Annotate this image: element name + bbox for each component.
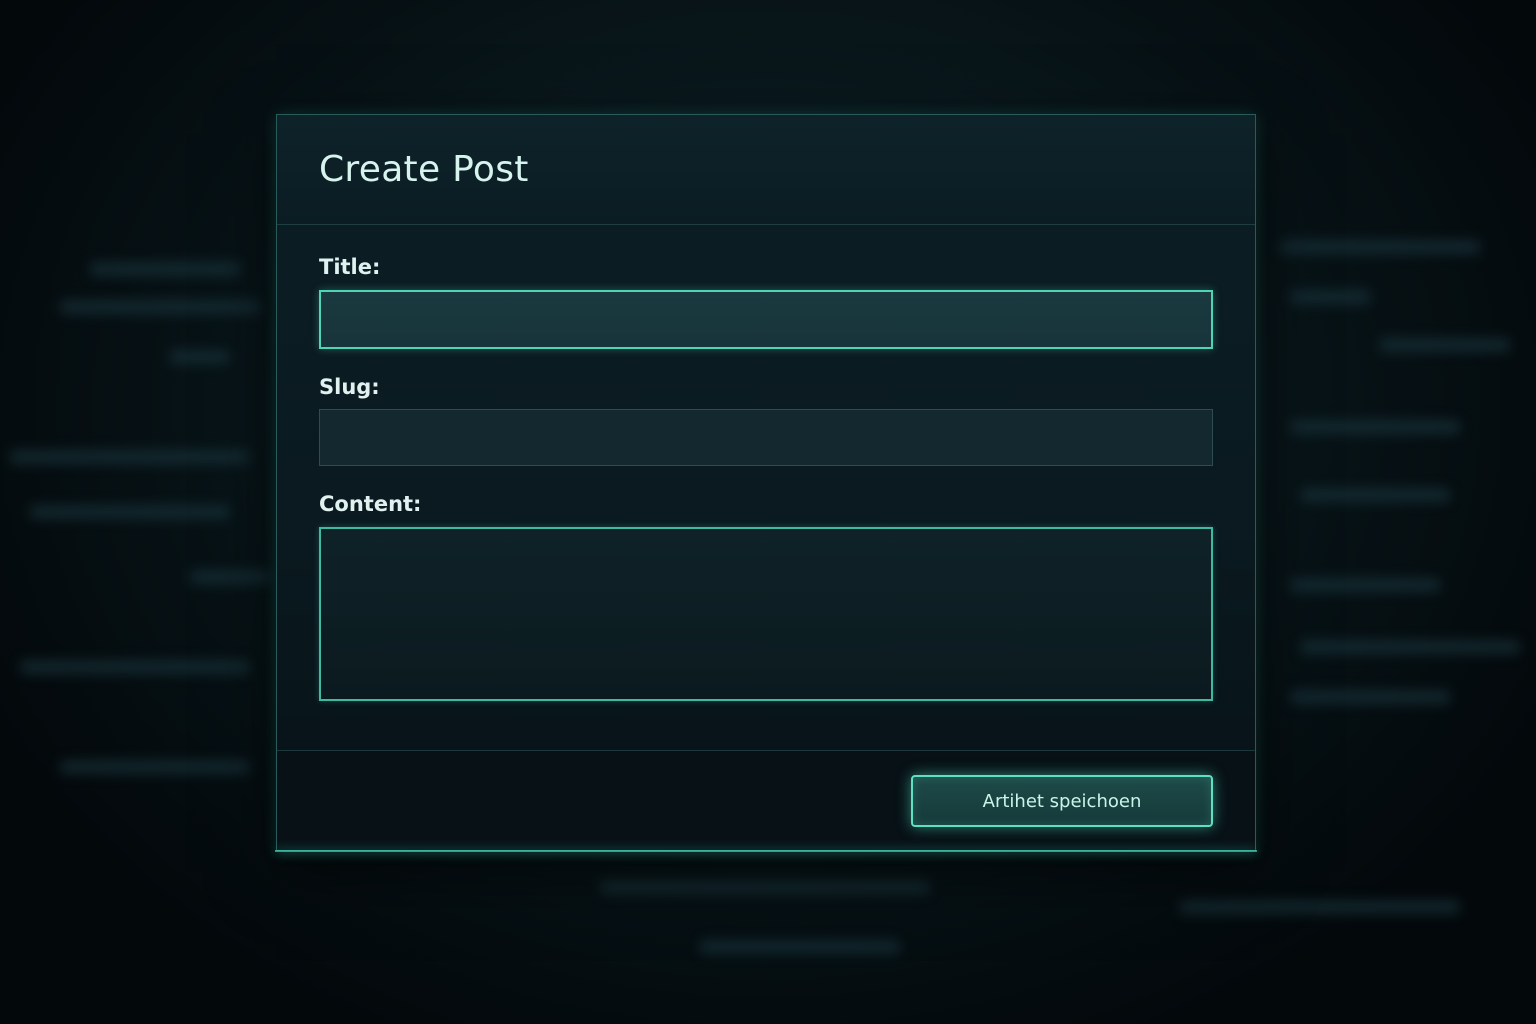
background-blur: [1290, 290, 1370, 304]
background-blur: [10, 450, 250, 464]
background-blur: [60, 760, 250, 774]
background-blur: [1280, 240, 1480, 254]
background-blur: [1300, 488, 1450, 502]
slug-input[interactable]: [319, 409, 1213, 466]
background-blur: [90, 262, 240, 276]
slug-label: Slug:: [319, 375, 380, 399]
background-blur: [30, 505, 230, 519]
dialog-header: Create Post: [277, 115, 1255, 225]
content-label: Content:: [319, 492, 422, 516]
background-blur: [600, 880, 930, 894]
save-article-button[interactable]: Artihet speichoen: [911, 775, 1213, 827]
background-blur: [1380, 338, 1510, 352]
background-blur: [1300, 640, 1520, 654]
background-blur: [20, 660, 250, 674]
create-post-dialog: Create Post Title: Slug: Content: Artihe…: [275, 114, 1257, 852]
dialog-footer: Artihet speichoen: [277, 750, 1255, 850]
content-textarea[interactable]: [319, 527, 1213, 701]
background-blur: [190, 570, 270, 584]
dialog-title: Create Post: [319, 149, 529, 190]
background-blur: [1290, 420, 1460, 434]
background-blur: [60, 300, 260, 314]
background-blur: [1180, 900, 1460, 914]
background-blur: [1290, 578, 1440, 592]
title-input[interactable]: [319, 290, 1213, 349]
background-blur: [700, 940, 900, 954]
background-blur: [170, 350, 230, 364]
background-blur: [1290, 690, 1450, 704]
title-label: Title:: [319, 255, 381, 279]
